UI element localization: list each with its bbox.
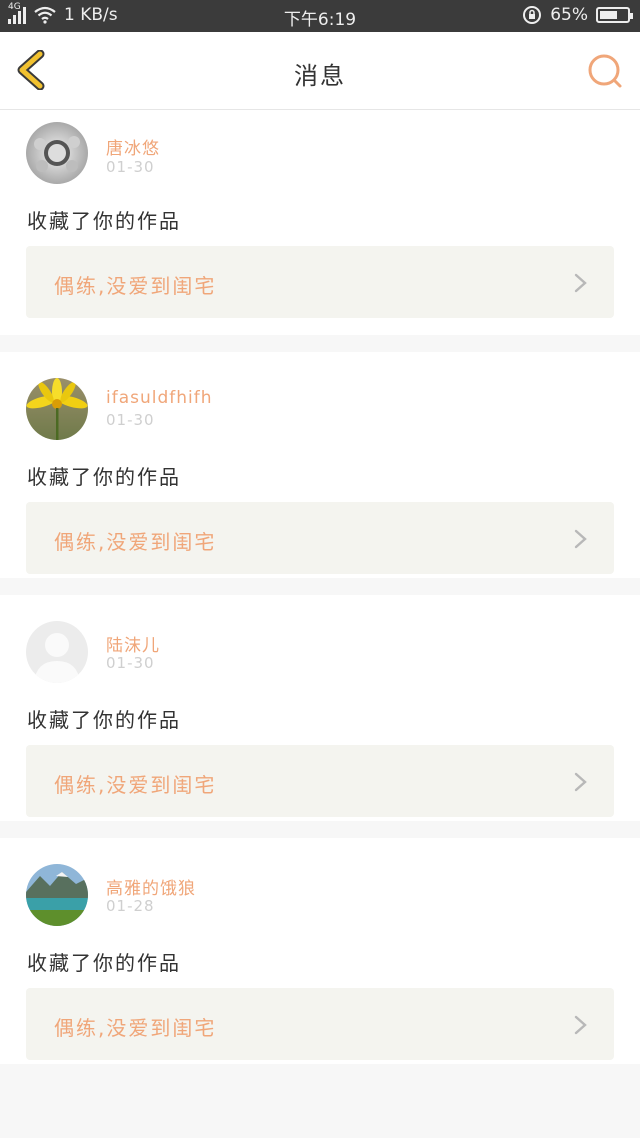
user-avatar[interactable] (26, 621, 88, 683)
chevron-right-icon (574, 529, 587, 549)
work-link[interactable]: 偶练,没爱到闺宅 (26, 246, 614, 318)
message-list: 唐冰悠 01-30 收藏了你的作品 偶练,没爱到闺宅 ifasuldfhifh … (0, 110, 640, 1081)
action-text: 收藏了你的作品 (27, 465, 181, 489)
message-date: 01-28 (106, 897, 155, 915)
work-title: 偶练,没爱到闺宅 (54, 530, 217, 554)
rotation-lock-icon (523, 6, 542, 24)
battery-icon (596, 7, 633, 23)
username[interactable]: 高雅的饿狼 (106, 874, 196, 899)
action-text: 收藏了你的作品 (27, 708, 181, 732)
lake-landscape-avatar-icon (26, 864, 88, 926)
work-link[interactable]: 偶练,没爱到闺宅 (26, 988, 614, 1060)
work-link[interactable]: 偶练,没爱到闺宅 (26, 502, 614, 574)
work-title: 偶练,没爱到闺宅 (54, 1016, 217, 1040)
nav-header: 消息 (0, 32, 640, 110)
message-item: 高雅的饿狼 01-28 收藏了你的作品 偶练,没爱到闺宅 (0, 838, 640, 1064)
message-date: 01-30 (106, 654, 155, 672)
message-item: 陆沫儿 01-30 收藏了你的作品 偶练,没爱到闺宅 (0, 595, 640, 821)
message-item: 唐冰悠 01-30 收藏了你的作品 偶练,没爱到闺宅 (0, 110, 640, 335)
username[interactable]: ifasuldfhifh (106, 388, 213, 408)
action-text: 收藏了你的作品 (27, 209, 181, 233)
chevron-right-icon (574, 772, 587, 792)
clock: 下午6:19 (283, 10, 357, 30)
default-avatar-icon (26, 621, 88, 683)
work-title: 偶练,没爱到闺宅 (54, 773, 217, 797)
status-bar: 4G 1 KB/s 下午6:19 65% (0, 0, 640, 32)
work-link[interactable]: 偶练,没爱到闺宅 (26, 745, 614, 817)
user-avatar[interactable] (26, 122, 88, 184)
message-item: ifasuldfhifh 01-30 收藏了你的作品 偶练,没爱到闺宅 (0, 352, 640, 578)
username[interactable]: 唐冰悠 (106, 134, 160, 159)
message-date: 01-30 (106, 411, 155, 429)
username[interactable]: 陆沫儿 (106, 631, 160, 656)
yellow-flower-avatar-icon (26, 378, 88, 440)
silver-ornament-avatar-icon (26, 122, 88, 184)
search-icon[interactable] (586, 52, 624, 90)
chevron-right-icon (574, 273, 587, 293)
action-text: 收藏了你的作品 (27, 951, 181, 975)
user-avatar[interactable] (26, 864, 88, 926)
page-title: 消息 (294, 62, 346, 90)
chevron-right-icon (574, 1015, 587, 1035)
user-avatar[interactable] (26, 378, 88, 440)
work-title: 偶练,没爱到闺宅 (54, 274, 217, 298)
battery-percent: 65% (550, 5, 588, 25)
message-date: 01-30 (106, 158, 155, 176)
